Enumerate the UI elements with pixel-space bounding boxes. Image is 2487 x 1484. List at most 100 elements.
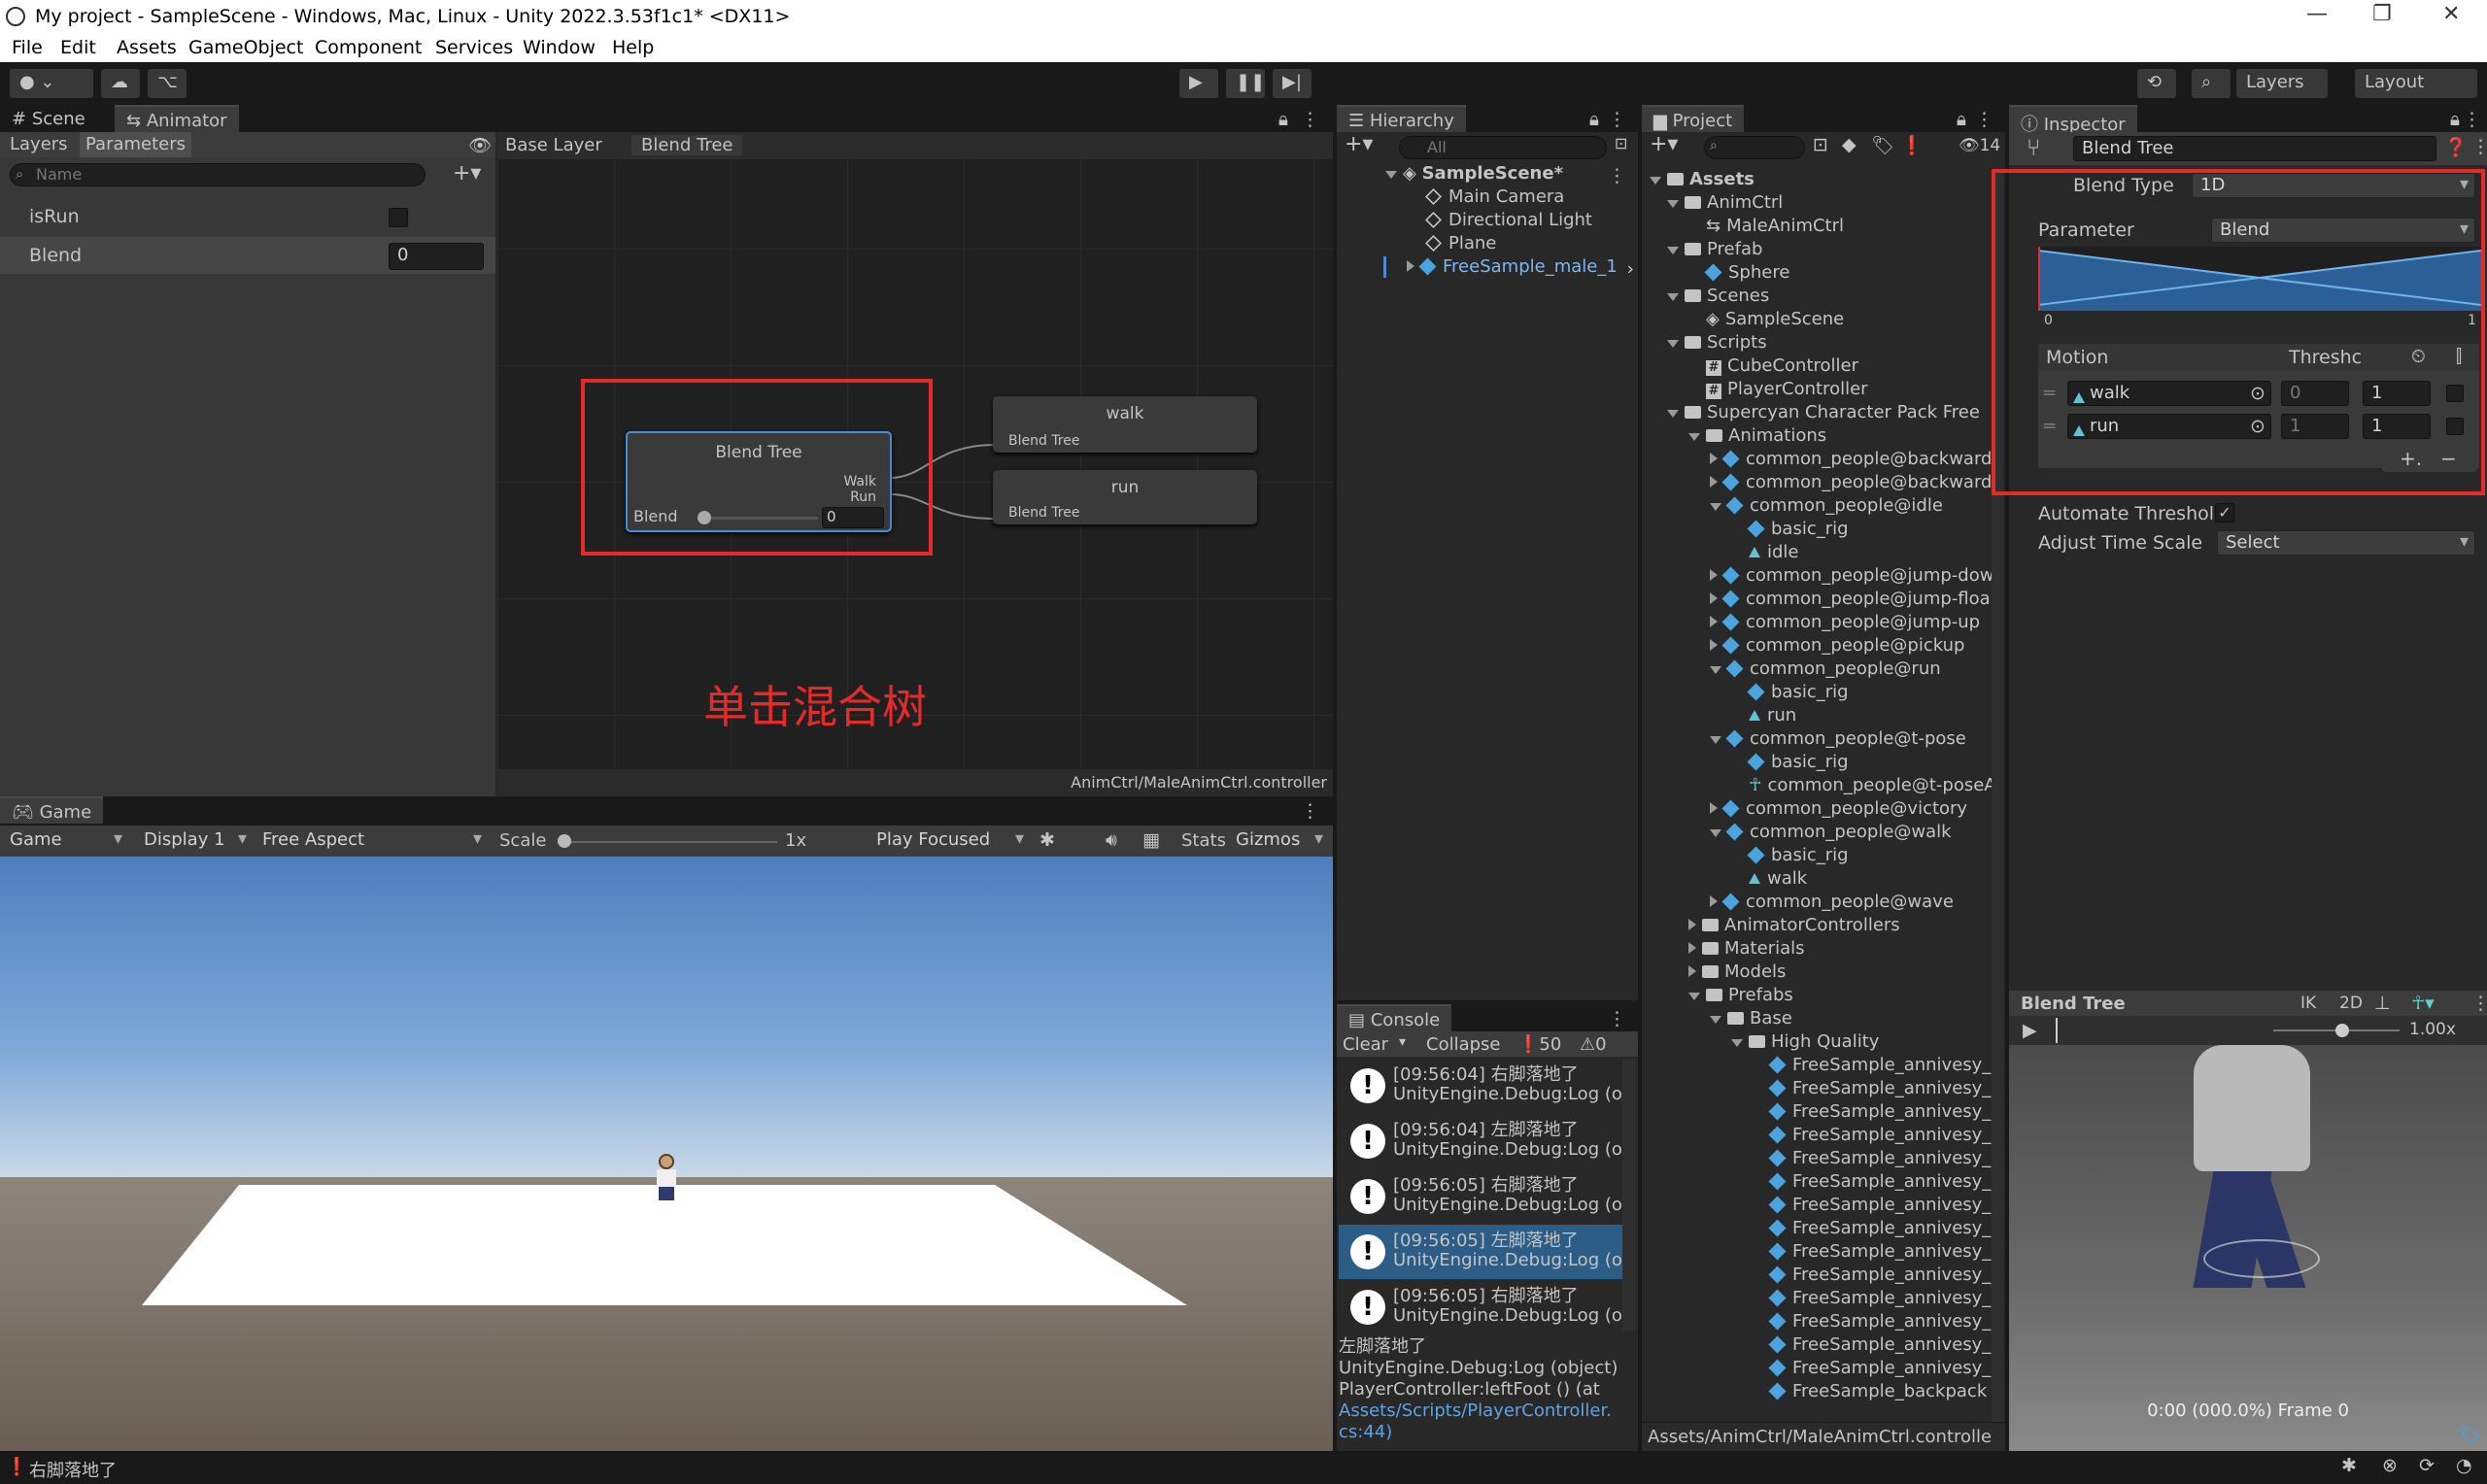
console-entry[interactable]: ! [09:56:05] 右脚落地了 UnityEngine.Debug:Log (… — [1339, 1280, 1622, 1334]
more-icon[interactable]: ⋮ — [1301, 109, 1319, 130]
add-param-icon[interactable]: +▾ — [453, 161, 481, 186]
close-icon[interactable]: ✕ — [2442, 2, 2460, 26]
scene-more-icon[interactable]: ⋮ — [1608, 165, 1626, 186]
project-item[interactable]: FreeSample_annivesy_ — [1753, 1358, 1991, 1378]
project-item[interactable]: ◈ SampleScene — [1688, 309, 1844, 329]
stats-button[interactable]: Stats — [1181, 830, 1226, 851]
project-item[interactable]: ☥ common_people@t-poseA — [1731, 775, 1992, 795]
project-item[interactable]: common_people@t-pose — [1710, 728, 1966, 749]
display-dropdown[interactable]: Display 1 — [136, 828, 253, 854]
project-item[interactable]: common_people@jump-up — [1710, 612, 1980, 632]
project-item[interactable]: common_people@jump-dow — [1710, 565, 1992, 586]
project-item[interactable]: FreeSample_annivesy_ — [1753, 1241, 1991, 1262]
project-item[interactable]: FreeSample_annivesy_ — [1753, 1101, 1991, 1122]
favorite-icon[interactable]: ❗ — [1900, 134, 1924, 156]
project-item[interactable]: walk — [1731, 868, 1807, 889]
animator-graph[interactable]: Base Layer Blend Tree Blend Tree Walk Ru… — [497, 132, 1333, 796]
isrun-checkbox[interactable] — [389, 208, 408, 227]
preview-viewport[interactable]: 0:00 (000.0%) Frame 0 🏷︎ — [2009, 1045, 2487, 1451]
ik-button[interactable]: IK — [2300, 994, 2316, 1013]
console-entry[interactable]: ! [09:56:05] 右脚落地了 UnityEngine.Debug:Log (… — [1339, 1169, 1622, 1224]
expand-icon[interactable] — [1667, 247, 1679, 254]
project-item[interactable]: FreeSample_annivesy_ — [1753, 1334, 1991, 1355]
bug-icon[interactable]: ✱ — [1039, 829, 1055, 851]
expand-icon[interactable] — [1688, 965, 1696, 977]
network-icon[interactable]: ⊗ — [2382, 1455, 2398, 1476]
hierarchy-item-prefab[interactable]: FreeSample_male_1 — [1407, 256, 1618, 277]
tab-animator[interactable]: ⇆ Animator — [115, 105, 239, 132]
project-item[interactable]: FreeSample_annivesy_ — [1753, 1288, 1991, 1308]
expand-icon[interactable] — [1710, 1016, 1721, 1024]
project-item[interactable]: idle — [1731, 542, 1799, 562]
project-item[interactable]: Scripts — [1667, 332, 1767, 353]
object-name-input[interactable]: Blend Tree — [2073, 136, 2436, 161]
project-item[interactable]: AnimatorControllers — [1688, 915, 1900, 935]
project-item[interactable]: common_people@victory — [1710, 798, 1967, 819]
project-item[interactable]: FreeSample_annivesy_ — [1753, 1148, 1991, 1168]
project-item[interactable]: FreeSample_annivesy_ — [1753, 1055, 1991, 1075]
status-text[interactable]: 右脚落地了 — [29, 1457, 117, 1482]
type-filter-icon[interactable]: ◆ — [1842, 134, 1857, 155]
console-entry[interactable]: ! [09:56:04] 右脚落地了 UnityEngine.Debug:Log (… — [1339, 1059, 1622, 1113]
expand-icon[interactable] — [1650, 177, 1661, 185]
project-item[interactable]: common_people@run — [1710, 658, 1941, 679]
step-icon[interactable]: ▶| — [1273, 69, 1312, 98]
clear-dropdown-icon[interactable]: ▾ — [1399, 1034, 1406, 1050]
more-icon[interactable]: ⋮ — [2463, 109, 2481, 130]
tab-project[interactable]: ▆ Project — [1642, 105, 1745, 132]
lock-icon[interactable]: 🔒︎ — [2450, 109, 2460, 130]
project-item[interactable]: FreeSample_annivesy_ — [1753, 1218, 1991, 1238]
collapse-button[interactable]: Collapse — [1426, 1034, 1501, 1055]
more-icon[interactable]: ⋮ — [1608, 109, 1626, 130]
expand-icon[interactable] — [1385, 171, 1397, 179]
expand-icon[interactable] — [1710, 802, 1718, 814]
expand-icon[interactable] — [1710, 476, 1718, 488]
tab-hierarchy[interactable]: ☰ Hierarchy — [1337, 105, 1466, 132]
subtab-parameters[interactable]: Parameters — [80, 132, 192, 157]
expand-icon[interactable] — [1731, 1039, 1743, 1047]
settings-icon[interactable]: ⋮ — [2471, 136, 2487, 157]
project-search-input[interactable] — [1704, 136, 1805, 159]
child-node-walk[interactable]: walk Blend Tree — [993, 396, 1257, 453]
project-item[interactable]: FreeSample_annivesy_ — [1753, 1195, 1991, 1215]
open-prefab-icon[interactable]: › — [1626, 258, 1634, 280]
expand-icon[interactable] — [1710, 829, 1721, 837]
expand-icon[interactable] — [1667, 340, 1679, 348]
expand-icon[interactable] — [1710, 453, 1718, 464]
menu-gameobject[interactable]: GameObject — [188, 37, 303, 58]
hierarchy-item[interactable]: Main Camera — [1425, 186, 1564, 207]
expand-icon[interactable] — [1667, 293, 1679, 301]
project-item[interactable]: FreeSample_annivesy_ — [1753, 1125, 1991, 1145]
project-item[interactable]: run — [1731, 705, 1796, 725]
project-item[interactable]: basic_rig — [1731, 519, 1849, 539]
warn-count-badge[interactable]: ⚠0 — [1580, 1034, 1607, 1055]
expand-icon[interactable] — [1688, 942, 1696, 954]
project-item[interactable]: Animations — [1688, 425, 1826, 446]
project-item[interactable]: Prefabs — [1688, 985, 1793, 1005]
automate-checkbox[interactable]: ✓ — [2215, 503, 2234, 523]
expand-icon[interactable] — [1407, 260, 1414, 272]
minimize-icon[interactable]: — — [2306, 2, 2328, 26]
project-item[interactable]: common_people@idle — [1710, 495, 1943, 516]
add-object-icon[interactable]: +▾ — [1345, 132, 1373, 156]
project-item[interactable]: basic_rig — [1731, 682, 1849, 702]
account-button[interactable]: ● ⌄ — [10, 69, 93, 98]
project-item[interactable]: basic_rig — [1731, 752, 1849, 772]
menu-services[interactable]: Services — [435, 37, 513, 58]
child-node-run[interactable]: run Blend Tree — [993, 470, 1257, 524]
progress-icon[interactable]: ◔ — [2456, 1455, 2472, 1476]
tag-icon[interactable]: 🏷︎ — [2458, 1424, 2481, 1446]
project-root[interactable]: Assets — [1650, 169, 1755, 189]
audio-icon[interactable]: 🔊︎ — [1106, 829, 1117, 851]
scene-row[interactable]: ◈ SampleScene* — [1385, 163, 1563, 184]
expand-icon[interactable] — [1710, 666, 1721, 674]
param-row-isrun[interactable]: isRun — [0, 198, 495, 235]
project-item[interactable]: # CubeController — [1688, 355, 1858, 376]
project-item[interactable]: Supercyan Character Pack Free — [1667, 402, 1980, 422]
project-item[interactable]: Sphere — [1688, 262, 1789, 283]
project-item[interactable]: common_people@backward — [1710, 449, 1992, 469]
play-icon[interactable]: ▶ — [1179, 69, 1218, 98]
project-item[interactable]: common_people@walk — [1710, 822, 1952, 842]
console-entry-selected[interactable]: ! [09:56:05] 左脚落地了 UnityEngine.Debug:Log (… — [1339, 1225, 1622, 1279]
game-mode-dropdown[interactable]: Game — [2, 828, 128, 854]
